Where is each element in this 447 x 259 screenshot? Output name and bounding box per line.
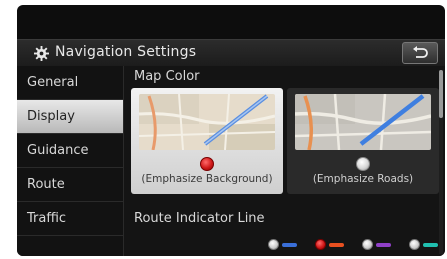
route-color-swatch [282,243,297,247]
map-color-option-background[interactable]: (Emphasize Background) [131,88,283,194]
map-preview-background [139,94,275,150]
radio-unselected-icon [362,239,373,250]
infotainment-screen: Navigation Settings General Display Guid… [17,5,445,256]
sidebar-item-label: Route [27,177,65,192]
route-indicator-label: Route Indicator Line [134,211,265,226]
scrollbar[interactable] [439,70,443,254]
sidebar-divider [17,235,123,236]
page-title: Navigation Settings [55,44,197,60]
sidebar-item-general[interactable]: General [17,66,123,99]
back-button[interactable] [402,42,438,64]
option-caption: (Emphasize Roads) [312,173,414,185]
sidebar-item-label: General [27,75,79,90]
sidebar-item-label: Display [27,109,75,124]
map-preview-roads [295,94,431,150]
route-color-swatch [376,243,391,247]
sidebar-item-route[interactable]: Route [17,168,123,201]
display-settings-panel: Map Color (Emphasize Background) (Emphas… [124,66,445,256]
sidebar-item-label: Guidance [27,143,89,158]
radio-unselected-icon [409,239,420,250]
sidebar-item-traffic[interactable]: Traffic [17,202,123,235]
scrollbar-thumb[interactable] [439,70,443,118]
radio-unselected-icon [268,239,279,250]
route-color-swatch [329,243,344,247]
map-color-option-roads[interactable]: (Emphasize Roads) [287,88,439,194]
sidebar-item-label: Traffic [27,211,67,226]
route-color-swatch [423,243,438,247]
return-arrow-icon [413,46,428,58]
sidebar-item-display[interactable]: Display [17,100,123,133]
radio-selected-icon [200,157,214,171]
title-bar: Navigation Settings [17,39,445,67]
option-caption: (Emphasize Background) [141,173,273,185]
settings-sidebar: General Display Guidance Route Traffic [17,66,124,256]
sidebar-item-guidance[interactable]: Guidance [17,134,123,167]
radio-selected-icon [315,239,326,250]
radio-unselected-icon [356,157,370,171]
gear-icon [34,46,49,61]
map-color-label: Map Color [134,69,200,84]
